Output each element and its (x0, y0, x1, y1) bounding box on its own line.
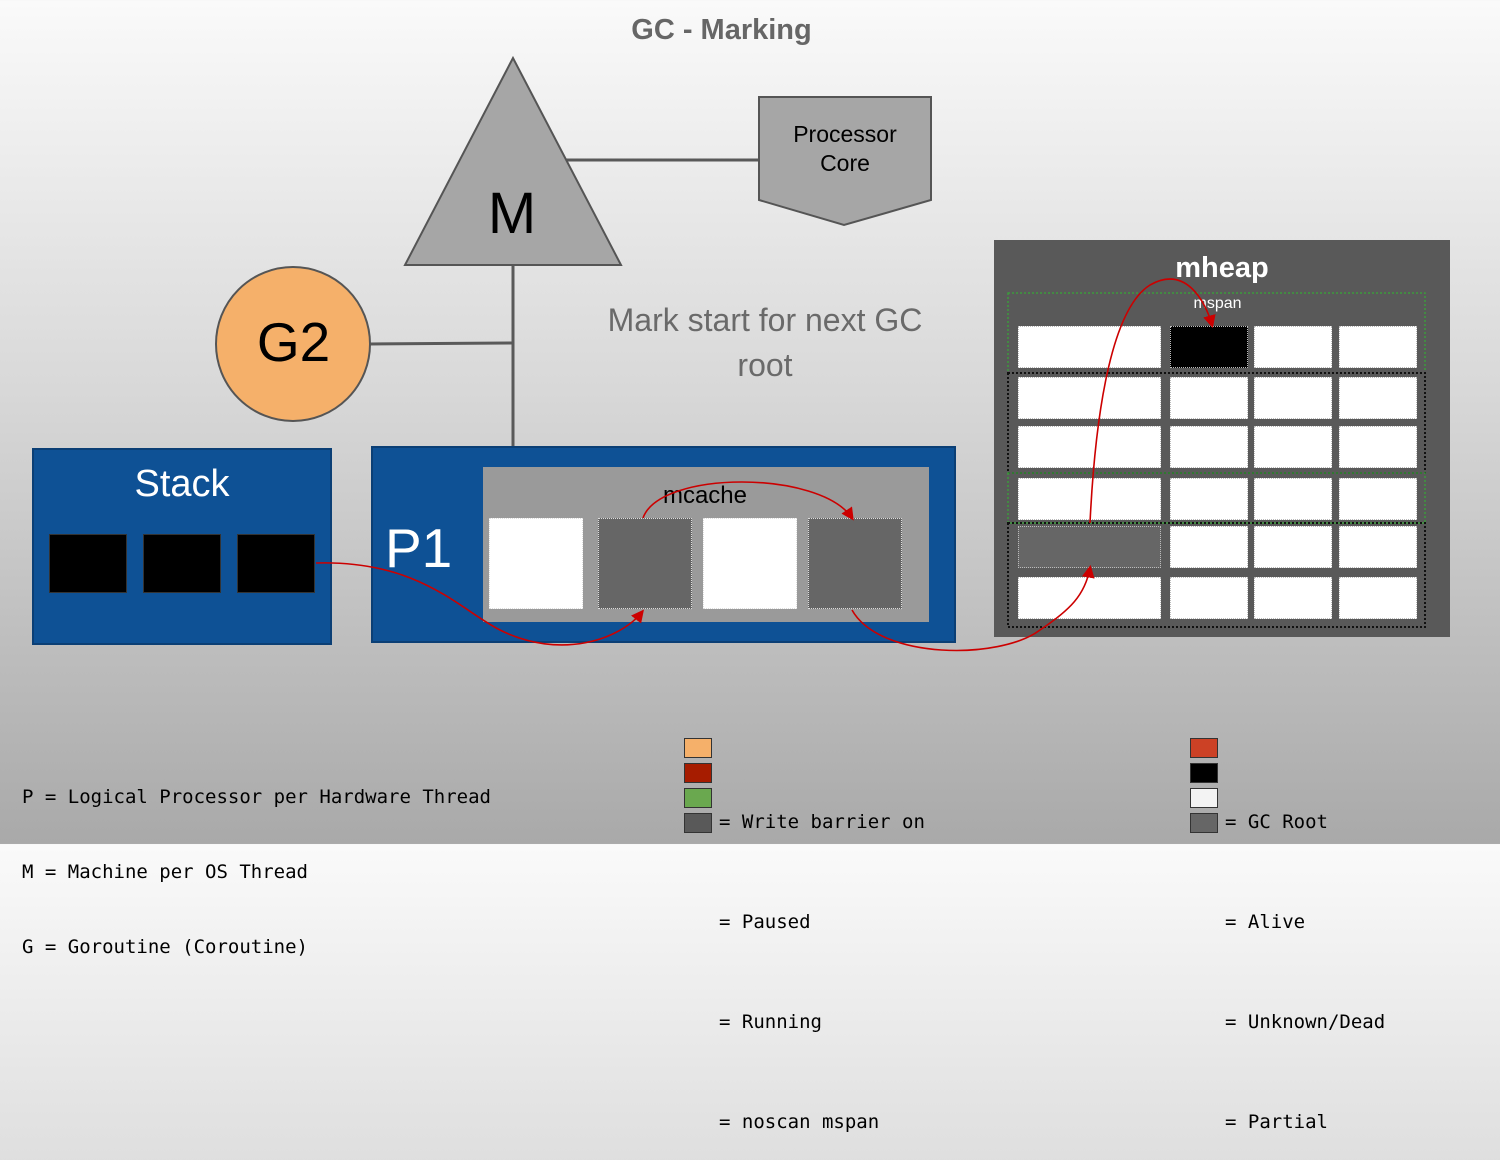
mheap-cell (1254, 326, 1332, 368)
mcache-cell (808, 518, 902, 609)
mheap-cell (1254, 426, 1332, 468)
mcache-label: mcache (662, 482, 748, 509)
legend-state-noscan: = noscan mspan (719, 1111, 880, 1133)
mheap-cell (1254, 577, 1332, 619)
stack-label: Stack (134, 463, 230, 505)
mark-start-text: Mark start for next GC root (607, 302, 923, 383)
legend-color-unknown: = Unknown/Dead (1225, 1011, 1386, 1033)
legend-states: = Write barrier on = Paused = Running = … (684, 735, 1014, 1133)
legend-swatch-write-barrier (684, 738, 712, 758)
mheap-cell (1339, 426, 1417, 468)
legend-definition-g: G = Goroutine (Coroutine) (22, 936, 308, 958)
mheap-cell (1339, 478, 1417, 520)
mheap-cell (1170, 426, 1248, 468)
legend-colors: = GC Root = Alive = Unknown/Dead = Parti… (1190, 735, 1480, 1133)
legend-color-gc-root: = GC Root (1225, 811, 1328, 833)
mheap-cell (1018, 326, 1161, 368)
legend-definition-p: P = Logical Processor per Hardware Threa… (22, 786, 491, 808)
mcache-cell (489, 518, 583, 609)
goroutine-label: G2 (256, 311, 331, 373)
mheap-cell (1254, 478, 1332, 520)
mcache-cell (703, 518, 797, 609)
stack-frame (143, 534, 221, 593)
legend-swatch-alive (1190, 763, 1218, 783)
mheap-cell (1339, 377, 1417, 419)
mheap-cell (1170, 526, 1248, 568)
legend-state-running: = Running (719, 1011, 822, 1033)
mheap-cell (1339, 577, 1417, 619)
mheap-label: mheap (1175, 252, 1269, 284)
mheap-cell (1339, 526, 1417, 568)
legend-color-alive: = Alive (1225, 911, 1306, 933)
g2-to-m-line (369, 341, 515, 346)
mheap-cell (1018, 377, 1161, 419)
mheap-cell (1339, 326, 1417, 368)
legend-state-write-barrier: = Write barrier on (719, 811, 925, 833)
legend-definition-m: M = Machine per OS Thread (22, 861, 308, 883)
mheap-cell (1170, 377, 1248, 419)
processor-core-label: Processor Core (793, 121, 897, 176)
machine-label: M (487, 181, 537, 246)
legend-state-paused: = Paused (719, 911, 811, 933)
stack-frame (237, 534, 315, 593)
legend-swatch-running (684, 788, 712, 808)
mheap-cell (1018, 478, 1161, 520)
mheap-cell (1254, 377, 1332, 419)
legend-swatch-paused (684, 763, 712, 783)
legend-swatch-gc-root (1190, 738, 1218, 758)
stack-frame (49, 534, 127, 593)
p1-label: P1 (385, 517, 453, 579)
mheap-cell (1170, 478, 1248, 520)
mheap-cell (1254, 526, 1332, 568)
mcache-cell (598, 518, 692, 609)
mheap-cell (1018, 577, 1161, 619)
mheap-cell (1170, 577, 1248, 619)
legend-swatch-partial (1190, 813, 1218, 833)
mspan-label: mspan (1193, 295, 1242, 312)
mheap-cell (1170, 326, 1248, 368)
legend-color-partial: = Partial (1225, 1111, 1328, 1133)
legend-definitions: P = Logical Processor per Hardware Threa… (22, 735, 491, 985)
mheap-cell (1018, 526, 1161, 568)
mheap-cell (1018, 426, 1161, 468)
legend-swatch-unknown (1190, 788, 1218, 808)
legend-swatch-noscan (684, 813, 712, 833)
